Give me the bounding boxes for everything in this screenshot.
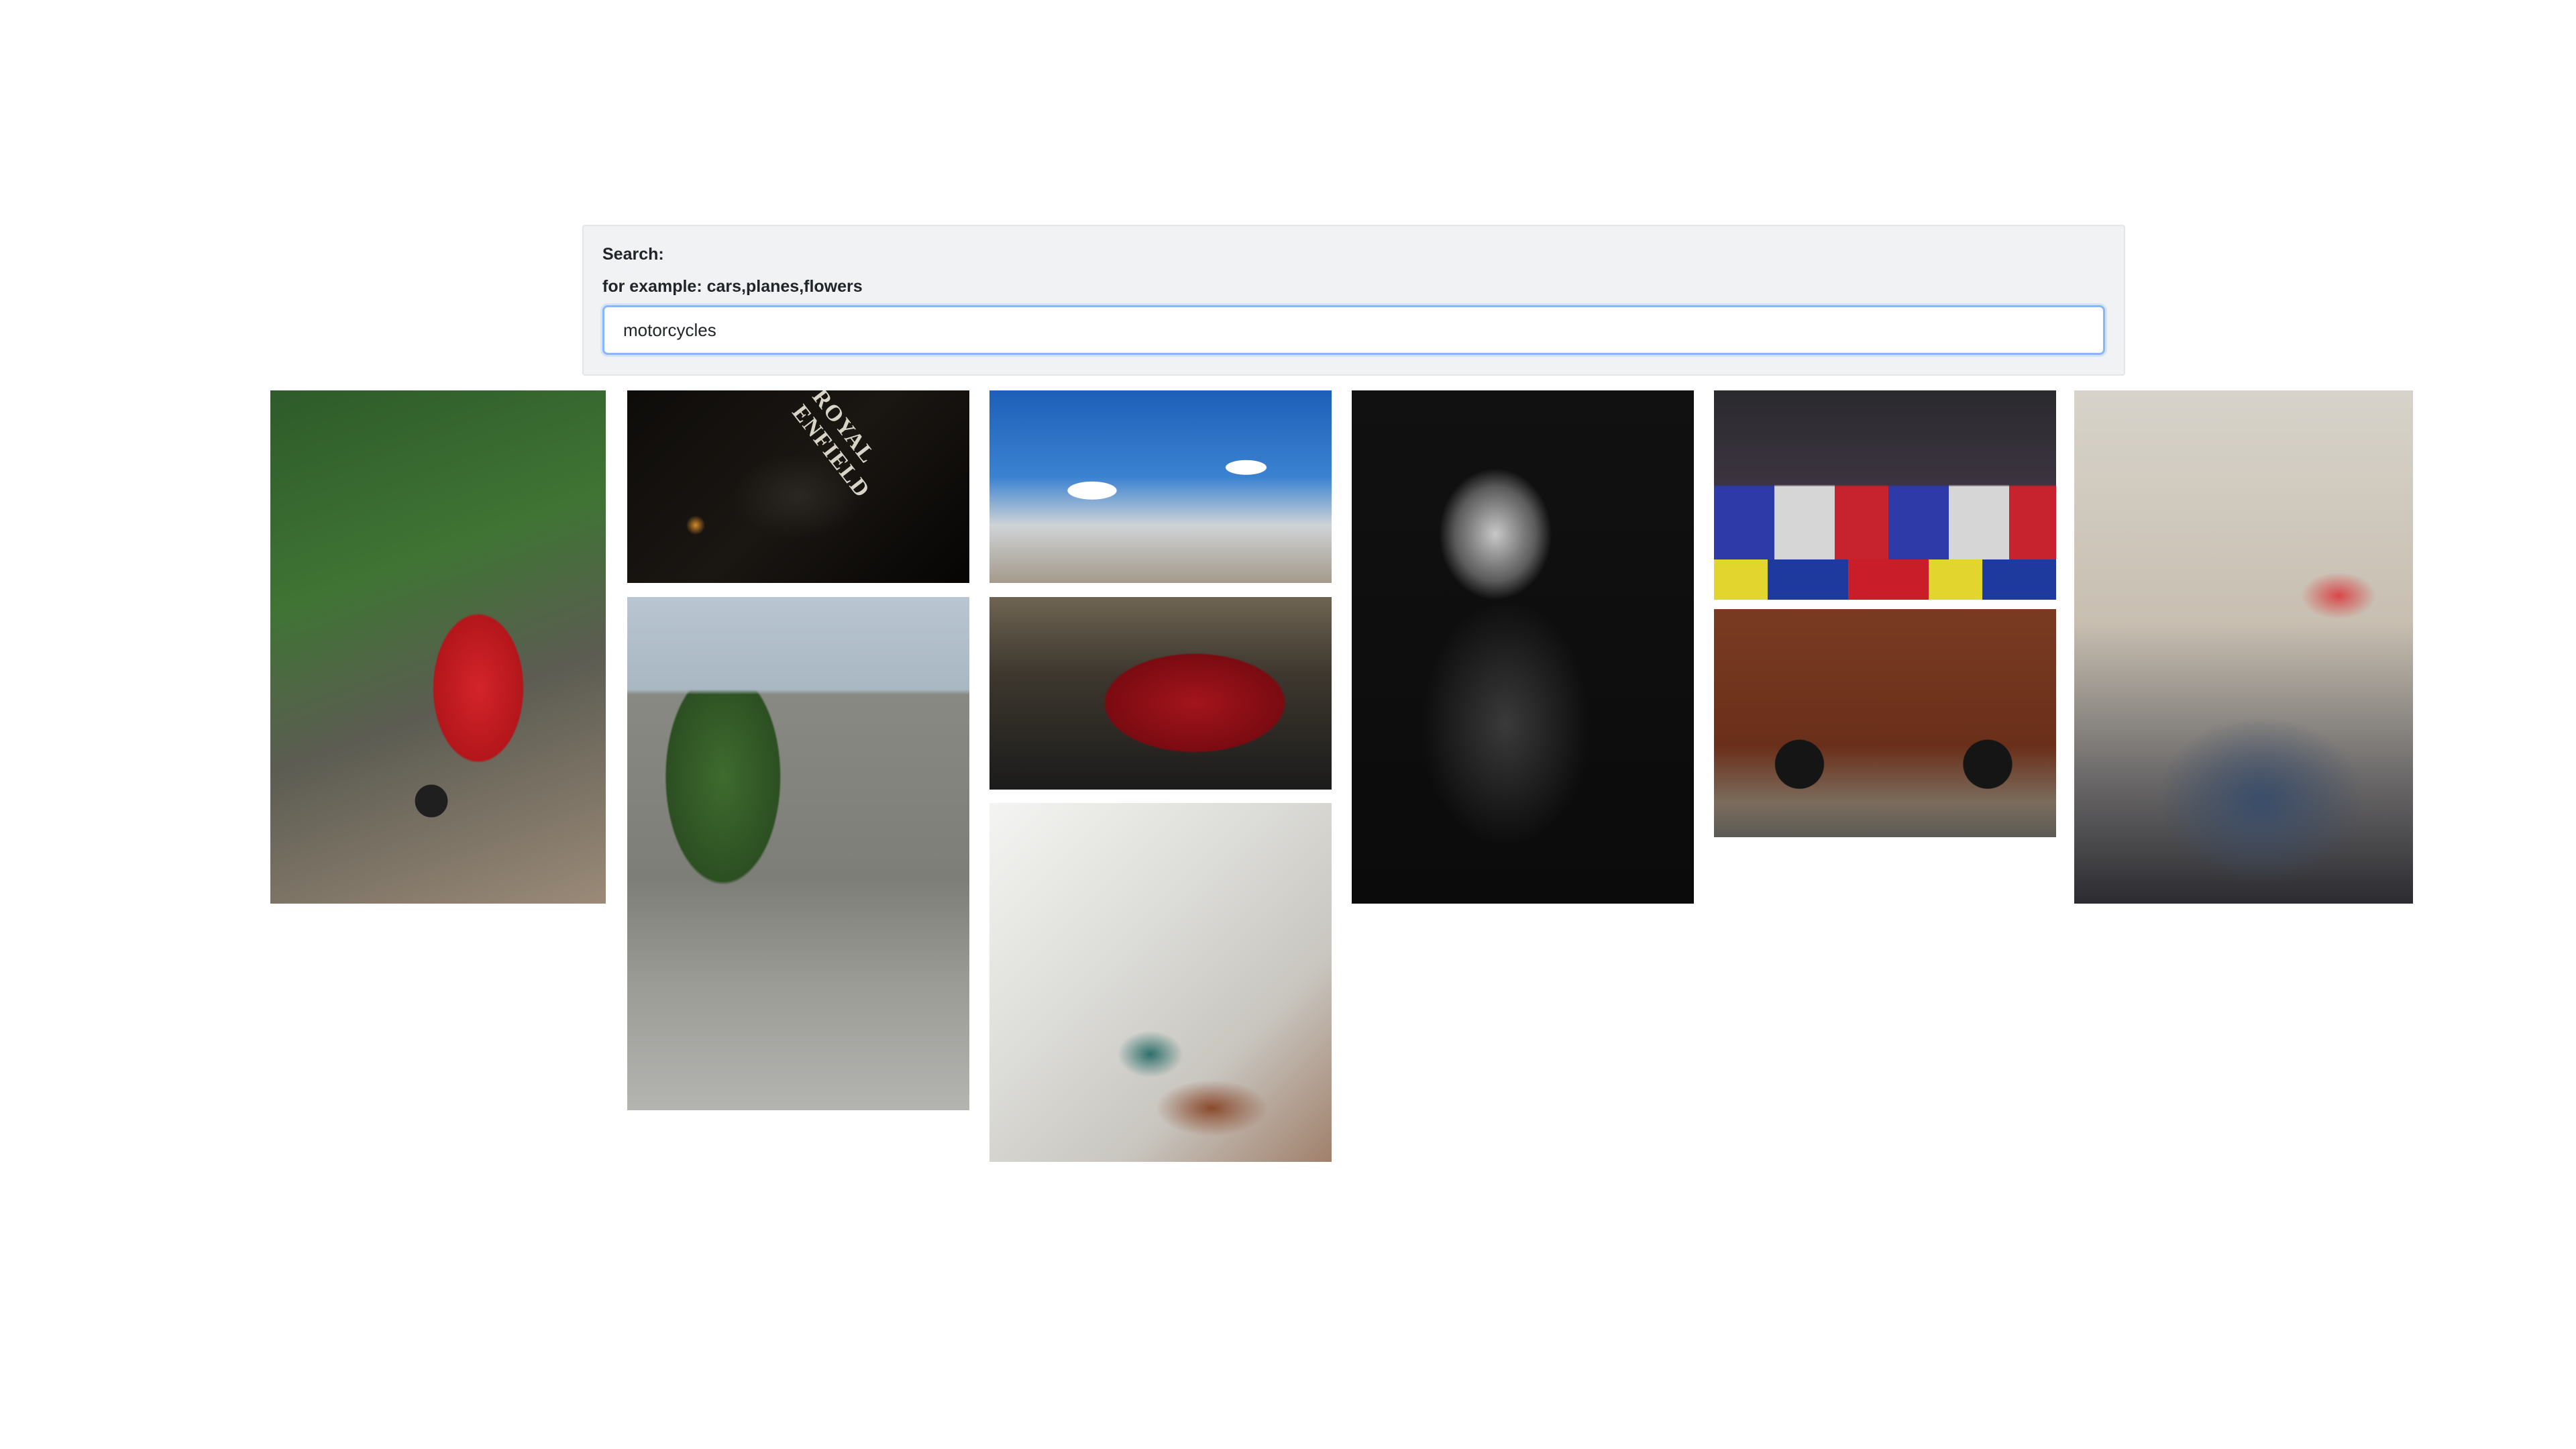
gallery-image-courtyard-motorcycle[interactable]	[989, 803, 1332, 1162]
gallery-image-helmet-rider[interactable]	[1352, 390, 1694, 904]
gallery-image-red-scooter[interactable]	[270, 390, 606, 904]
gallery-image-mountain-sky[interactable]	[989, 390, 1332, 583]
sponsor-banner	[1714, 559, 2056, 600]
search-input[interactable]	[602, 305, 2105, 355]
gallery-image-street-motorcycles[interactable]	[627, 597, 969, 1110]
gallery-image-royal-enfield-tank[interactable]: ROYAL ENFIELD	[627, 390, 969, 583]
royal-enfield-emblem: ROYAL ENFIELD	[787, 390, 880, 503]
search-hint: for example: cars,planes,flowers	[602, 277, 863, 296]
search-label: Search:	[602, 245, 664, 264]
gallery-image-red-fuel-tank[interactable]	[989, 597, 1332, 790]
gallery-image-classic-motorcycle[interactable]	[1714, 609, 2056, 837]
gallery-image-crowded-street[interactable]	[2074, 390, 2413, 904]
search-panel: Search: for example: cars,planes,flowers	[582, 225, 2125, 376]
gallery-image-motocross[interactable]	[1714, 390, 2056, 600]
